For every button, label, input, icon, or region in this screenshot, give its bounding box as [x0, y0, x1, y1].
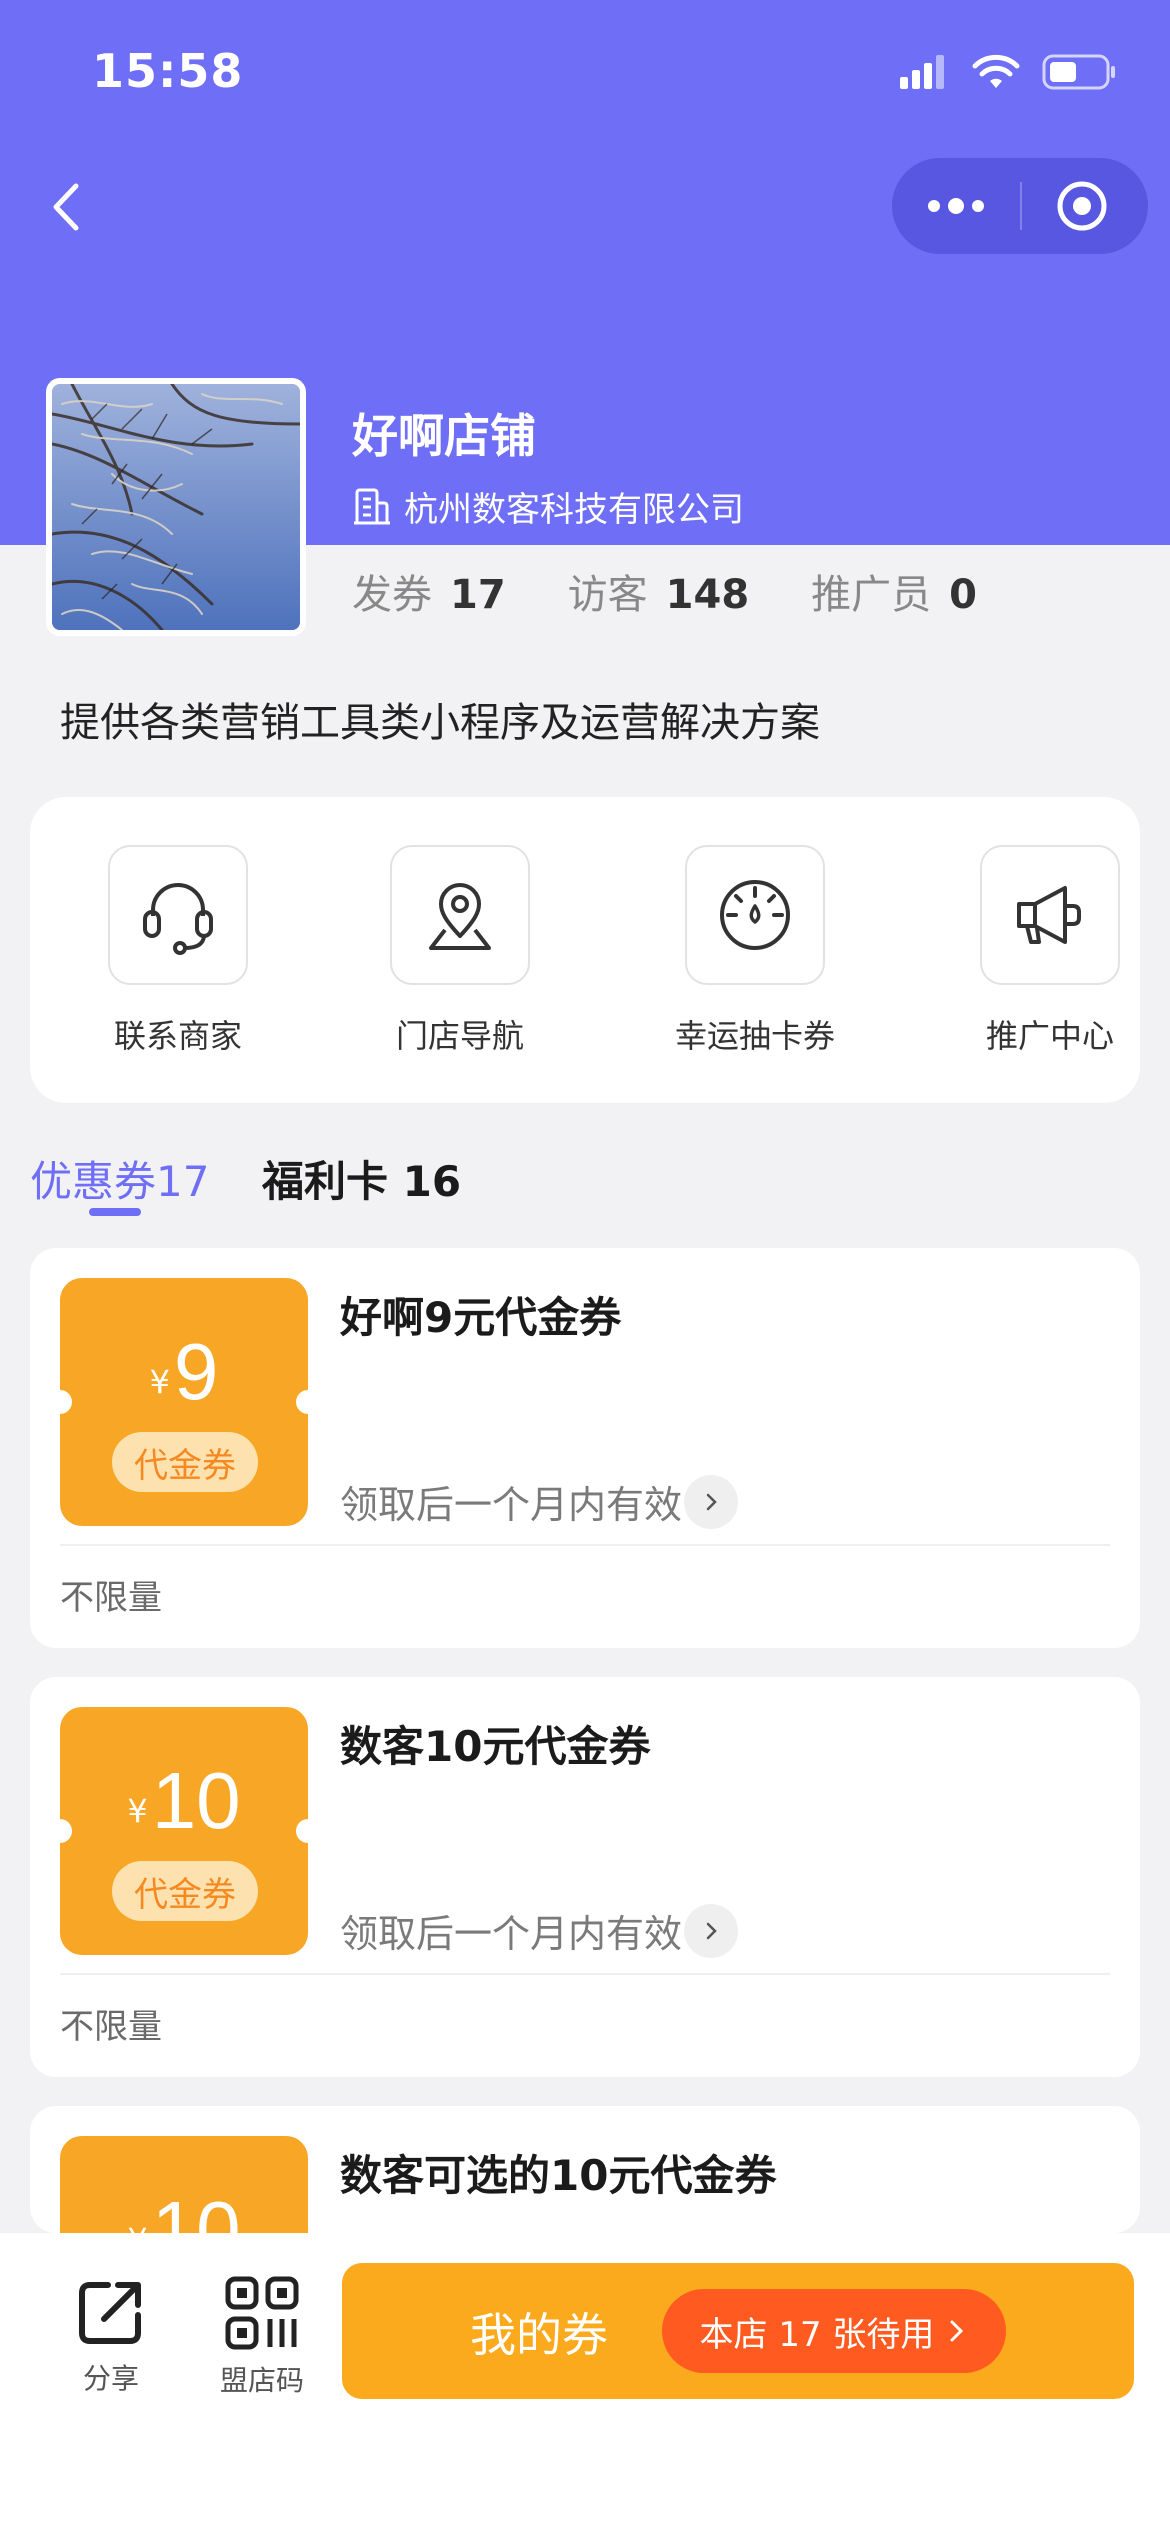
store-stats: 发券 17 访客 148 推广员 0: [352, 562, 1039, 620]
close-miniprogram-button[interactable]: [1050, 180, 1114, 232]
share-icon: [79, 2282, 141, 2344]
action-icon-box: [980, 845, 1120, 985]
capsule-divider: [1020, 182, 1022, 230]
coupon-amount-value: 10: [151, 2185, 241, 2233]
tab-label: 福利卡: [262, 1157, 389, 1206]
chevron-right-icon[interactable]: [684, 1474, 739, 1529]
action-label: 推广中心: [985, 1017, 1114, 1055]
my-coupons-button[interactable]: 我的券 本店 17 张待用: [342, 2263, 1134, 2399]
dial-icon: [720, 880, 790, 950]
action-promotion-center[interactable]: 推广中心: [950, 845, 1150, 1057]
quick-actions-card: 联系商家 门店导航 幸运抽卡券 推广中心: [30, 797, 1140, 1103]
action-contact-merchant[interactable]: 联系商家: [78, 845, 278, 1057]
coupon-value-block: ¥9 代金券: [48, 1278, 320, 1526]
tree-branches-image: [52, 384, 300, 630]
action-icon-box: [390, 845, 530, 985]
action-store-navigation[interactable]: 门店导航: [360, 845, 560, 1057]
coupon-title: 数客可选的10元代金券: [340, 2151, 777, 2200]
chevron-right-icon[interactable]: [684, 1903, 739, 1958]
wifi-icon: [972, 54, 1020, 88]
map-pin-icon: [429, 883, 491, 950]
share-button[interactable]: 分享: [74, 2275, 148, 2397]
megaphone-icon: [1017, 886, 1081, 944]
action-label: 幸运抽卡券: [674, 1017, 835, 1055]
stat-value: 17: [450, 572, 506, 618]
tab-label: 优惠券: [30, 1157, 157, 1206]
status-icons: [900, 52, 1116, 92]
coupon-amount: ¥10: [60, 1755, 308, 1847]
share-label: 分享: [82, 2362, 139, 2395]
divider: [60, 1544, 1110, 1546]
qr-label: 盟店码: [220, 2364, 305, 2397]
action-label: 联系商家: [113, 1017, 242, 1055]
validity-text: 领取后一个月内有效: [340, 1912, 683, 1956]
status-bar: 15:58: [0, 0, 1170, 150]
building-icon: [354, 488, 390, 524]
qr-code-icon: [225, 2276, 299, 2350]
coupon-amount: ¥9: [60, 1326, 308, 1418]
currency-symbol: ¥: [127, 1792, 148, 1830]
coupon-validity[interactable]: 领取后一个月内有效: [340, 1474, 739, 1529]
stat-coupons-issued: 发券 17: [352, 562, 506, 620]
tab-welfare-cards[interactable]: 福利卡 16: [262, 1148, 461, 1209]
coupon-value-block: ¥10: [60, 2136, 308, 2233]
back-button[interactable]: [44, 172, 94, 242]
coupon-type-badge: 代金券: [112, 1432, 258, 1492]
active-tab-indicator: [89, 1208, 141, 1216]
coupon-card[interactable]: ¥10 数客可选的10元代金券: [30, 2106, 1140, 2233]
divider: [60, 1973, 1110, 1975]
store-description: 提供各类营销工具类小程序及运营解决方案: [60, 700, 820, 746]
battery-icon: [1042, 54, 1115, 90]
coupon-limit: 不限量: [60, 1578, 162, 1618]
company-name: 杭州数客科技有限公司: [404, 490, 744, 530]
action-icon-box: [108, 845, 248, 985]
coupon-card[interactable]: ¥9 代金券 好啊9元代金券 领取后一个月内有效 不限量: [30, 1248, 1140, 1648]
action-icon-box: [685, 845, 825, 985]
action-lucky-draw[interactable]: 幸运抽卡券: [655, 845, 855, 1057]
miniprogram-capsule: [892, 158, 1148, 254]
coupon-amount: ¥10: [60, 2184, 308, 2233]
coupon-limit: 不限量: [60, 2007, 162, 2047]
chevron-left-icon: [53, 183, 79, 231]
coupon-amount-value: 10: [151, 1756, 241, 1845]
cellular-signal-icon: [900, 55, 944, 89]
coupon-title: 好啊9元代金券: [340, 1293, 622, 1342]
pending-coupons-badge[interactable]: 本店 17 张待用: [662, 2289, 1006, 2373]
target-close-icon: [1057, 181, 1107, 231]
coupon-value-block: ¥10 代金券: [48, 1707, 320, 1955]
currency-symbol: ¥: [149, 1363, 170, 1401]
pending-text: 本店 17 张待用: [699, 2314, 935, 2355]
coupon-validity[interactable]: 领取后一个月内有效: [340, 1903, 739, 1958]
stat-visitors: 访客 148: [568, 562, 750, 620]
company-info: 杭州数客科技有限公司: [352, 482, 744, 531]
headset-icon: [143, 883, 213, 955]
coupon-amount-value: 9: [173, 1327, 219, 1416]
stat-label: 发券: [352, 572, 432, 618]
coupon-title: 数客10元代金券: [340, 1722, 651, 1771]
coupon-type-badge: 代金券: [112, 1861, 258, 1921]
chevron-right-icon: [950, 2320, 964, 2342]
store-avatar: [46, 378, 306, 636]
store-qr-button[interactable]: 盟店码: [220, 2275, 304, 2399]
stat-label: 访客: [567, 572, 648, 618]
tab-coupons[interactable]: 优惠券17: [30, 1148, 209, 1209]
action-label: 门店导航: [395, 1017, 524, 1055]
stat-value: 0: [949, 572, 978, 618]
stat-label: 推广员: [811, 572, 932, 618]
validity-text: 领取后一个月内有效: [340, 1483, 683, 1527]
coupon-card[interactable]: ¥10 代金券 数客10元代金券 领取后一个月内有效 不限量: [30, 1677, 1140, 2077]
status-time: 15:58: [92, 44, 244, 98]
tab-count: 16: [402, 1157, 462, 1206]
currency-symbol: ¥: [127, 2221, 147, 2233]
stat-value: 148: [665, 572, 750, 618]
store-name: 好啊店铺: [352, 409, 536, 463]
stat-promoters: 推广员 0: [811, 562, 977, 620]
my-coupons-label: 我的券: [470, 2308, 608, 2362]
more-dots-icon: [928, 198, 984, 214]
more-button[interactable]: [926, 180, 986, 232]
bottom-bar: 分享 盟店码 我的券 本店 17 张待用: [0, 2233, 1170, 2532]
tab-count: 17: [156, 1157, 210, 1206]
